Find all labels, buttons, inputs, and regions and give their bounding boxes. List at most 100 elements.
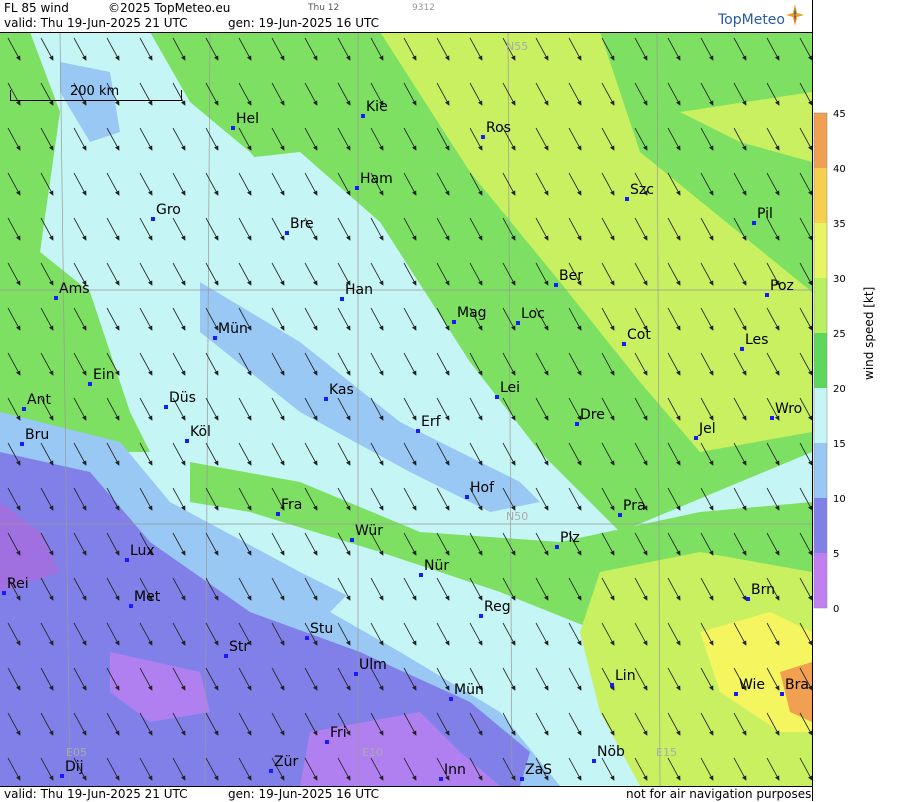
city-label: Lux bbox=[130, 543, 155, 559]
small-id: 9312 bbox=[412, 3, 435, 13]
city-label: Les bbox=[745, 332, 769, 348]
city-label: Ber bbox=[559, 268, 583, 284]
city-marker bbox=[622, 342, 626, 346]
wind-map: 200 km N55 N50 E05 E10 E15 Hel Kie Ros Ham Szc Gr… bbox=[0, 32, 812, 786]
city-label: Zür bbox=[274, 754, 299, 770]
city-label: Ros bbox=[486, 120, 511, 136]
city-marker bbox=[625, 197, 629, 201]
legend-tick-label: 35 bbox=[833, 219, 846, 230]
city-label: Dre bbox=[580, 407, 605, 423]
legend-tick-label: 30 bbox=[833, 274, 846, 285]
city-label: Szc bbox=[630, 182, 654, 198]
city-label: Köl bbox=[190, 424, 211, 440]
legend-color-band bbox=[814, 168, 827, 223]
city-label: Str bbox=[229, 639, 250, 655]
city-label: Hel bbox=[236, 111, 260, 127]
city-label: Cot bbox=[627, 327, 651, 343]
city-label: Bra bbox=[785, 677, 809, 693]
city-label: Stu bbox=[310, 621, 334, 637]
city-label: Plz bbox=[560, 530, 580, 546]
city-marker bbox=[555, 545, 559, 549]
map-header: FL 85 wind ©2025 TopMeteo.eu Thu 12 9312… bbox=[0, 0, 812, 33]
city-label: Ulm bbox=[359, 657, 387, 673]
city-marker bbox=[54, 296, 58, 300]
city-marker bbox=[780, 692, 784, 696]
city-label: Jel bbox=[699, 421, 716, 437]
city-marker bbox=[224, 654, 228, 658]
city-marker bbox=[2, 591, 6, 595]
city-label: Düs bbox=[169, 390, 196, 406]
city-marker bbox=[213, 336, 217, 340]
city-marker bbox=[575, 422, 579, 426]
city-label: Mag bbox=[457, 305, 487, 321]
city-label: Mün bbox=[218, 321, 248, 337]
city-marker bbox=[185, 439, 189, 443]
city-label: Wie bbox=[739, 677, 766, 693]
legend-tick-label: 15 bbox=[833, 439, 846, 450]
legend-color-band bbox=[814, 553, 827, 608]
legend-tick-label: 20 bbox=[833, 384, 846, 395]
valid-time: valid: Thu 19-Jun-2025 21 UTC bbox=[4, 16, 188, 30]
city-marker bbox=[439, 777, 443, 781]
grid-label: E10 bbox=[362, 746, 383, 759]
legend-tick-label: 5 bbox=[833, 549, 840, 560]
city-label: Lin bbox=[615, 668, 636, 684]
color-legend bbox=[813, 112, 828, 609]
legend-tick-label: 25 bbox=[833, 329, 846, 340]
city-label: Wür bbox=[355, 523, 383, 539]
compass-logo-icon bbox=[786, 4, 804, 26]
city-marker bbox=[554, 283, 558, 287]
city-marker bbox=[610, 683, 614, 687]
city-marker bbox=[60, 774, 64, 778]
city-marker bbox=[231, 126, 235, 130]
wind-field bbox=[0, 32, 812, 786]
city-marker bbox=[449, 697, 453, 701]
scale-label: 200 km bbox=[70, 84, 120, 99]
copyright: ©2025 TopMeteo.eu bbox=[108, 1, 231, 15]
city-marker bbox=[479, 614, 483, 618]
city-label: Pil bbox=[757, 206, 773, 222]
city-marker bbox=[416, 429, 420, 433]
legend-color-band bbox=[814, 333, 827, 388]
city-label: ZaS bbox=[525, 762, 553, 778]
generated-time: gen: 19-Jun-2025 16 UTC bbox=[228, 16, 380, 30]
city-marker bbox=[740, 347, 744, 351]
grid-label: N50 bbox=[506, 510, 529, 523]
legend-color-band bbox=[814, 498, 827, 553]
city-label: Inn bbox=[444, 762, 466, 778]
city-label: Poz bbox=[770, 278, 794, 294]
city-marker bbox=[325, 740, 329, 744]
city-marker bbox=[276, 512, 280, 516]
city-marker bbox=[770, 416, 774, 420]
city-marker bbox=[618, 513, 622, 517]
city-marker bbox=[516, 321, 520, 325]
city-label: Met bbox=[134, 589, 161, 605]
small-day: Thu 12 bbox=[308, 3, 340, 13]
city-marker bbox=[354, 672, 358, 676]
city-label: Gro bbox=[156, 202, 181, 218]
city-marker bbox=[269, 769, 273, 773]
footer-disclaimer: not for air navigation purposes bbox=[626, 787, 812, 801]
city-marker bbox=[752, 221, 756, 225]
grid-label: E15 bbox=[656, 746, 677, 759]
city-label: Bre bbox=[290, 216, 314, 232]
city-label: Mün bbox=[454, 682, 484, 698]
city-marker bbox=[164, 405, 168, 409]
grid-label: E05 bbox=[66, 746, 87, 759]
legend-color-band bbox=[814, 388, 827, 443]
city-label: Kie bbox=[366, 99, 388, 115]
city-marker bbox=[361, 114, 365, 118]
city-marker bbox=[125, 558, 129, 562]
legend-tick-label: 0 bbox=[833, 604, 840, 615]
city-marker bbox=[465, 495, 469, 499]
legend-tick-label: 10 bbox=[833, 494, 846, 505]
city-label: Han bbox=[345, 282, 373, 298]
topmeteo-logo: TopMeteo bbox=[718, 12, 785, 28]
footer-generated-time: gen: 19-Jun-2025 16 UTC bbox=[228, 787, 380, 801]
city-label: Ham bbox=[360, 171, 393, 187]
city-label: Loc bbox=[521, 306, 545, 322]
city-marker bbox=[419, 573, 423, 577]
city-label: Nöb bbox=[597, 744, 625, 760]
city-marker bbox=[355, 186, 359, 190]
city-marker bbox=[305, 636, 309, 640]
